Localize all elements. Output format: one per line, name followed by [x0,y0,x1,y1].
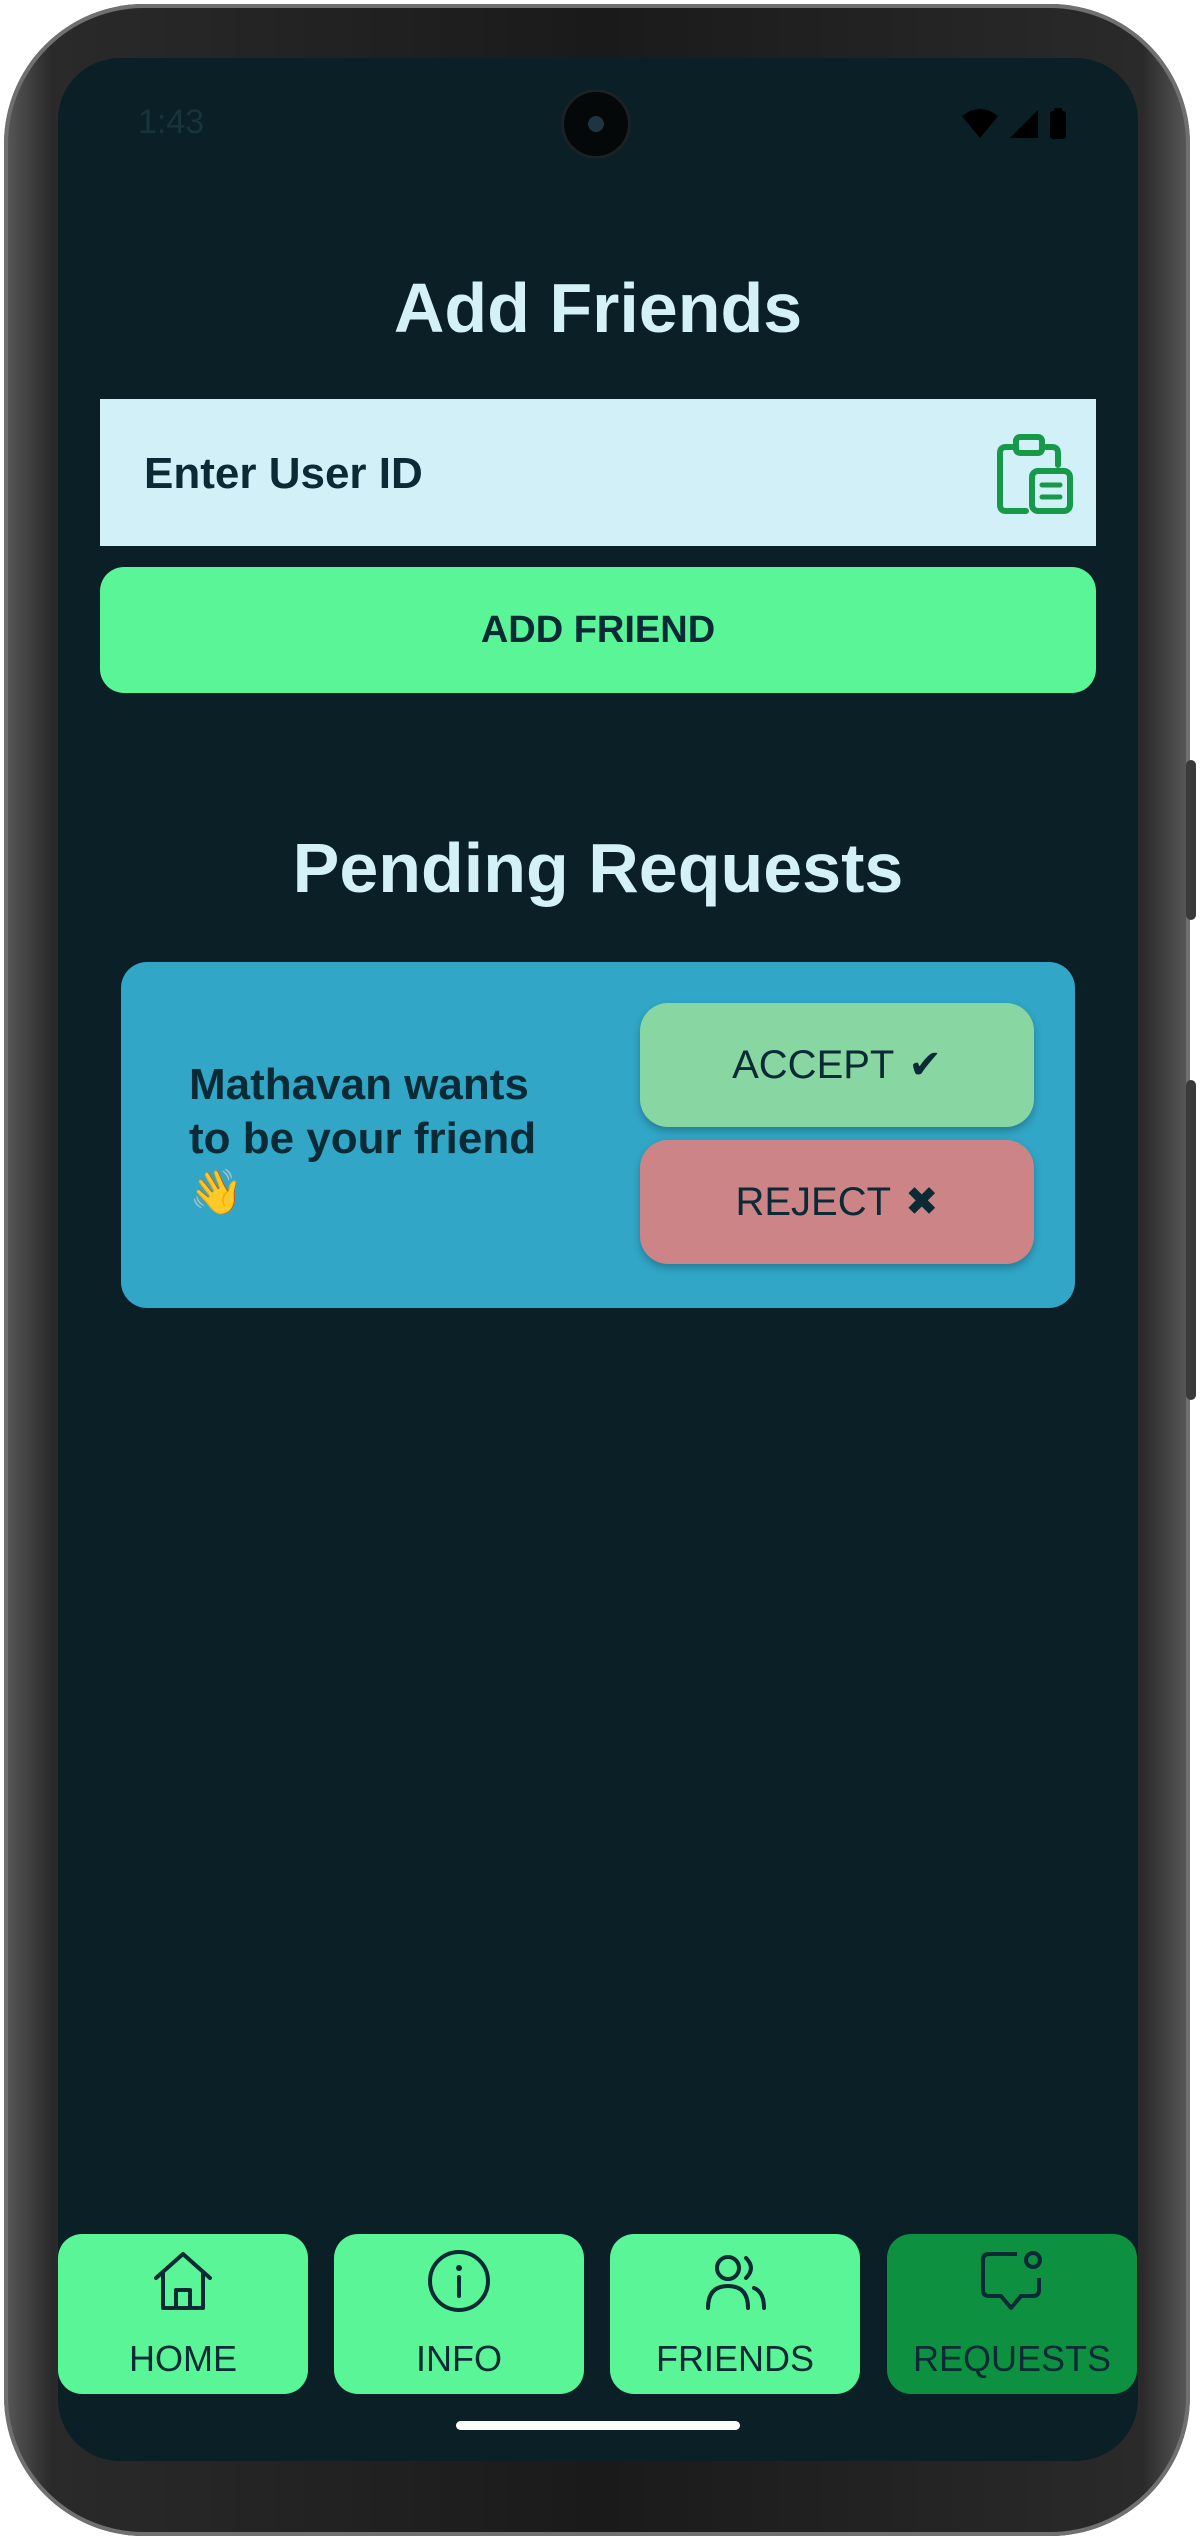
user-id-field [100,399,1096,548]
friends-icon [706,2255,766,2310]
nav-home-label: HOME [129,2338,237,2379]
reject-label: REJECT [735,1179,892,1224]
check-icon: ✔ [908,1043,942,1087]
friend-request-card: Mathavan wants to be your friend 👋 ACCEP… [121,962,1075,1308]
bottom-nav: HOME INFO FRIENDS REQUESTS [58,2234,1138,2394]
signal-icon [1010,110,1038,138]
power-button [1186,760,1196,920]
nav-home[interactable]: HOME [58,2234,308,2394]
status-icons [960,108,1068,140]
phone-device: 1:43 Add Friends Enter User ID ADD FRIEN… [0,0,1200,2541]
gesture-home-bar[interactable] [456,2421,740,2430]
status-time: 1:43 [138,103,205,141]
requests-icon [981,2251,1042,2310]
wifi-icon [962,109,998,138]
request-message: Mathavan wants to be your friend 👋 [189,1060,537,1217]
user-id-input[interactable] [142,399,966,548]
nav-friends[interactable]: FRIENDS [610,2234,860,2394]
nav-info[interactable]: INFO [334,2234,584,2394]
nav-requests-label: REQUESTS [912,2338,1112,2379]
pending-requests-title: Pending Requests [292,829,904,907]
accept-label: ACCEPT [732,1042,895,1087]
paste-clipboard-icon[interactable] [986,429,1076,519]
add-friend-button[interactable]: ADD FRIEND [100,567,1096,693]
nav-requests[interactable]: REQUESTS [887,2234,1137,2394]
app-screen: 1:43 Add Friends Enter User ID ADD FRIEN… [58,58,1138,2461]
home-icon [154,2252,212,2310]
volume-button [1186,1080,1196,1400]
add-friends-title: Add Friends [393,269,803,347]
reject-button[interactable]: REJECT ✖ [640,1140,1034,1264]
nav-friends-label: FRIENDS [655,2338,814,2379]
accept-button[interactable]: ACCEPT ✔ [640,1003,1034,1127]
battery-icon [1050,108,1066,139]
front-camera [564,92,628,156]
info-icon [428,2250,490,2312]
x-icon: ✖ [905,1180,939,1224]
nav-info-label: INFO [416,2338,502,2379]
